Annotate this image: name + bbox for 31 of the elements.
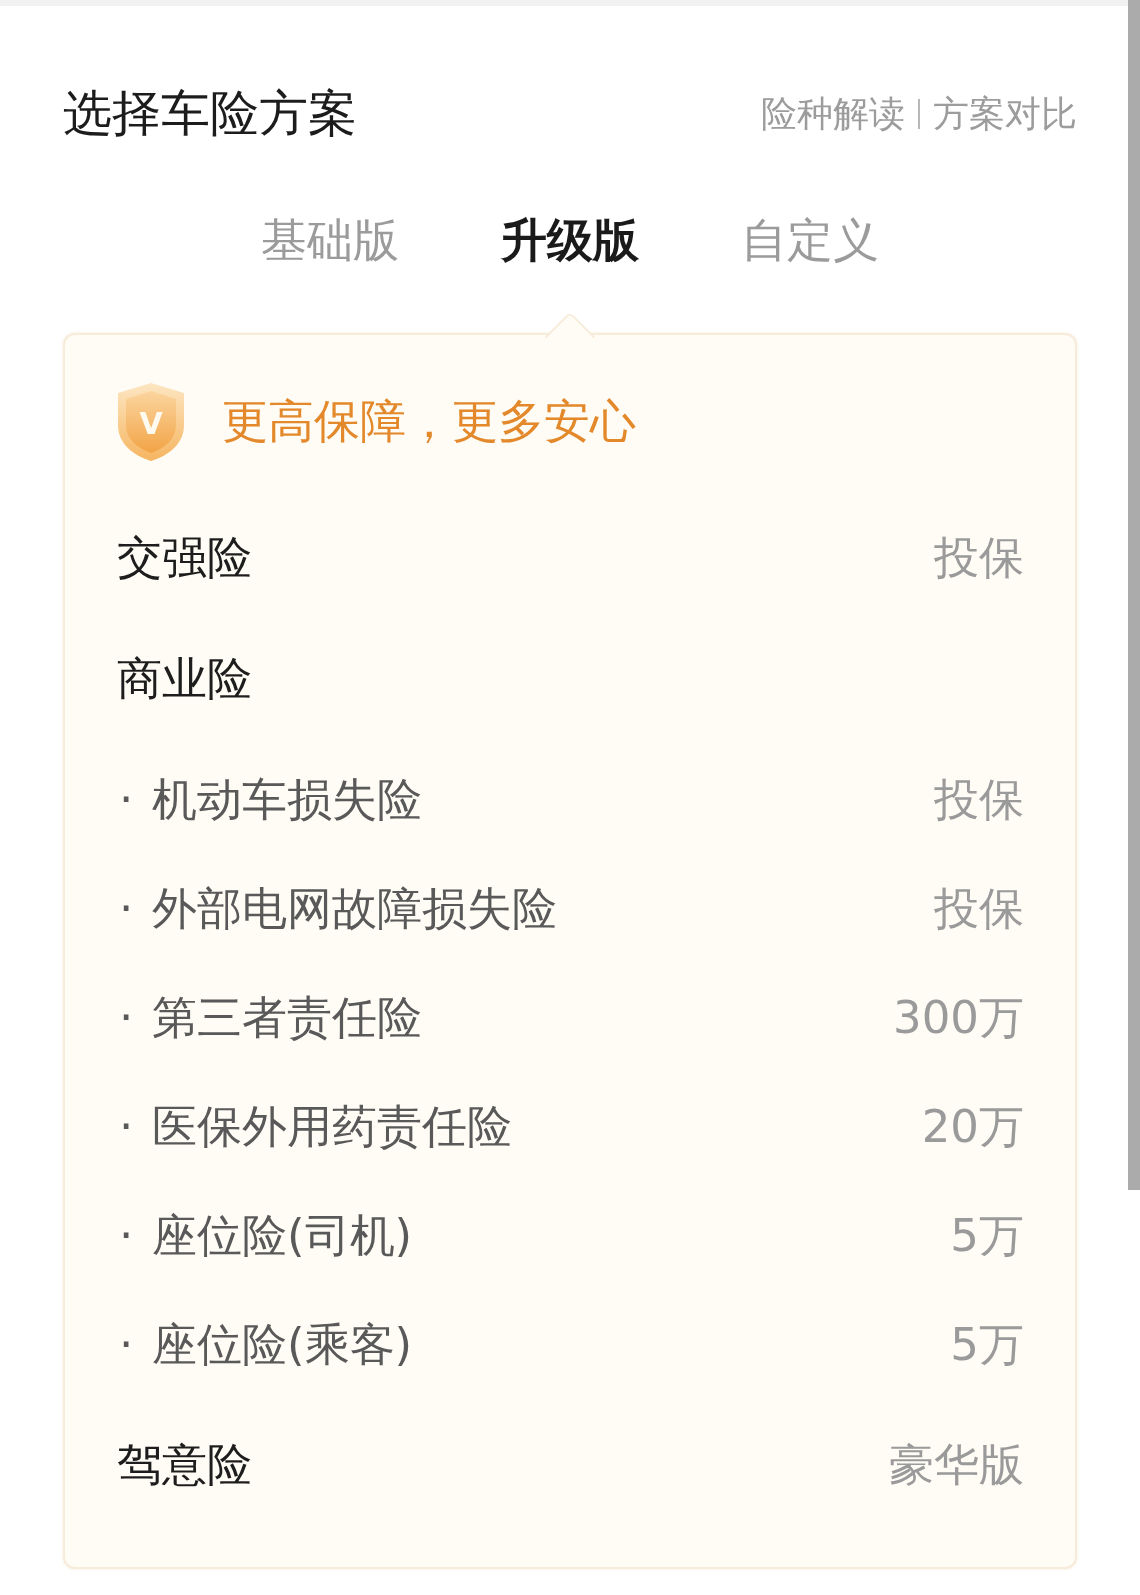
plan-tab[interactable]: 自定义	[720, 202, 900, 278]
coverage-label: 座位险(乘客)	[152, 1317, 413, 1372]
section-label: 商业险	[117, 652, 252, 706]
coverage-label: 驾意险	[117, 1438, 252, 1492]
coverage-label: 外部电网故障损失险	[152, 881, 557, 936]
plan-tab[interactable]: 升级版	[480, 202, 660, 278]
coverage-label: 医保外用药责任险	[152, 1099, 512, 1154]
coverage-value: 5万	[950, 1317, 1024, 1372]
coverage-label: 交强险	[117, 531, 252, 585]
scrollbar-thumb[interactable]	[1128, 0, 1140, 1190]
header-link[interactable]: 方案对比	[933, 92, 1077, 136]
list-bullet: ·	[118, 990, 135, 1045]
slogan-text: 更高保障，更多安心	[222, 394, 636, 450]
coverage-label: 第三者责任险	[152, 990, 422, 1045]
coverage-value: 5万	[950, 1208, 1024, 1263]
coverage-value: 豪华版	[889, 1438, 1024, 1492]
coverage-value: 300万	[893, 990, 1024, 1045]
coverage-value: 20万	[921, 1099, 1024, 1154]
list-bullet: ·	[118, 1099, 135, 1154]
coverage-value: 投保	[934, 772, 1024, 827]
list-bullet: ·	[118, 881, 135, 936]
list-bullet: ·	[118, 1208, 135, 1263]
coverage-value: 投保	[934, 531, 1024, 585]
list-bullet: ·	[118, 1317, 135, 1372]
coverage-label: 机动车损失险	[152, 772, 422, 827]
header-link[interactable]: 险种解读	[761, 92, 905, 136]
page-title: 选择车险方案	[63, 84, 357, 144]
plan-tab[interactable]: 基础版	[240, 202, 420, 278]
coverage-value: 投保	[934, 881, 1024, 936]
list-bullet: ·	[118, 772, 135, 827]
coverage-label: 座位险(司机)	[152, 1208, 413, 1263]
